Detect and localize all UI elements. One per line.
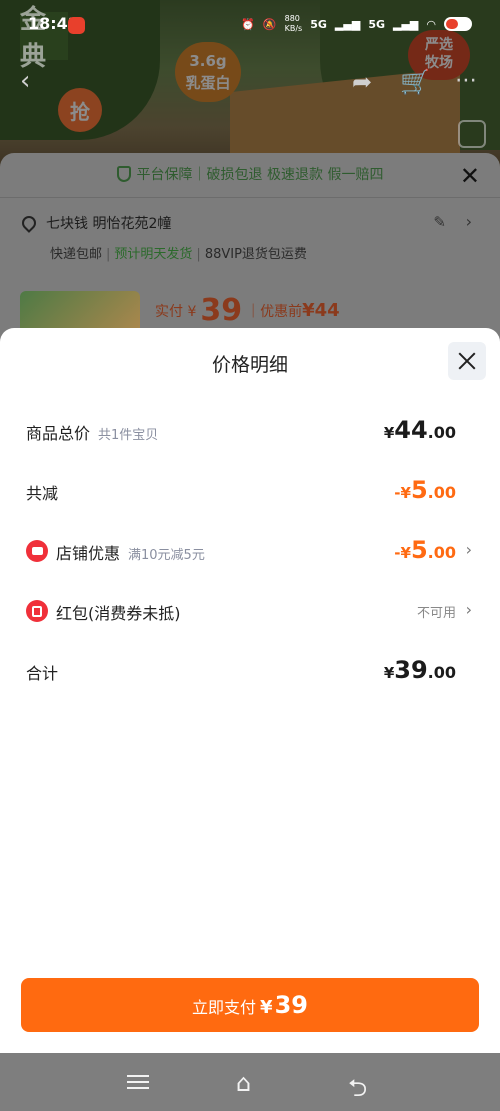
signal-5g-1: 5G: [310, 17, 327, 31]
system-nav-bar: ⌂ ⮌: [0, 1053, 500, 1111]
alarm-icon: ⏰: [241, 17, 255, 31]
signal-bars-1-icon: ▂▄▆: [334, 17, 361, 31]
pay-now-button[interactable]: 立即支付 ¥39: [21, 978, 479, 1032]
cart-icon[interactable]: 🛒: [400, 68, 430, 96]
paid-amount: 39: [200, 293, 243, 328]
sum-label: 合计: [26, 664, 59, 683]
shop-discount-label: 店铺优惠 满10元减5元: [56, 544, 205, 563]
red-packet-label: 红包(消费券未抵): [56, 604, 181, 623]
total-price-value: ¥44.00: [383, 416, 456, 444]
shipping-free: 快递包邮: [50, 247, 103, 262]
battery-icon: [444, 17, 472, 31]
share-icon[interactable]: ➦: [352, 68, 386, 98]
total-discount-value: -¥5.00: [394, 476, 456, 504]
chevron-right-icon: ›: [465, 212, 472, 231]
shop-discount-value: -¥5.00: [394, 536, 456, 564]
shop-discount-rule: 满10元减5元: [128, 548, 205, 563]
guarantee-text: 平台保障｜破损包退 极速退款 假一赔四: [136, 167, 384, 183]
pre-discount-label: 优惠前: [260, 304, 303, 320]
paid-summary: 实付 ¥39 ｜优惠前¥44: [155, 293, 340, 328]
shield-icon: [116, 166, 131, 182]
net-speed: 880 KB/s: [284, 14, 303, 33]
recent-apps-icon[interactable]: [127, 1071, 149, 1093]
pay-now-yen: ¥: [260, 997, 273, 1018]
system-back-icon[interactable]: ⮌: [348, 1071, 367, 1111]
red-packet-status: 不可用: [416, 606, 456, 621]
back-icon[interactable]: ‹: [20, 66, 30, 96]
app-notification-icon: [68, 17, 85, 34]
address-row[interactable]: 七块钱 明怡花苑2幢 ✎ ›: [19, 212, 478, 233]
total-discount-label: 共减: [26, 484, 59, 503]
mute-icon: 🔕: [262, 17, 277, 31]
price-detail-modal: 价格明细 商品总价 共1件宝贝 ¥44.00 共减 -¥5.00 店铺优惠 满10元…: [0, 328, 500, 1053]
sum-value: ¥39.00: [383, 656, 456, 684]
red-packet-icon: [26, 600, 48, 622]
side-float-icon[interactable]: [458, 120, 486, 148]
status-icons: ⏰ 🔕 880 KB/s 5G ▂▄▆ 5G ▂▄▆ ◠: [241, 14, 472, 34]
total-price-label: 商品总价 共1件宝贝: [26, 424, 159, 443]
more-icon[interactable]: ⋯: [455, 68, 477, 93]
product-nav-bar: ‹ ➦ 🛒 ⋯: [0, 60, 500, 106]
chevron-right-icon: ›: [465, 600, 472, 619]
total-price-row: 商品总价 共1件宝贝 ¥44.00: [26, 416, 476, 446]
shipping-info: 快递包邮 | 预计明天发货 | 88VIP退货包运费: [50, 247, 307, 262]
platform-guarantee: 平台保障｜破损包退 极速退款 假一赔四: [0, 153, 500, 197]
modal-title: 价格明细: [211, 354, 288, 376]
chevron-right-icon: ›: [465, 540, 472, 559]
close-button[interactable]: [448, 342, 486, 380]
order-confirm-sheet: 平台保障｜破损包退 极速退款 假一赔四 ✕ 七块钱 明怡花苑2幢 ✎ › 快递包…: [0, 153, 500, 353]
wifi-icon: ◠: [426, 17, 436, 31]
status-bar: 18:43 ⏰ 🔕 880 KB/s 5G ▂▄▆ 5G ▂▄▆ ◠: [0, 0, 500, 50]
shipping-eta: 预计明天发货: [114, 247, 193, 262]
close-icon: [458, 352, 476, 370]
home-icon[interactable]: ⌂: [236, 1069, 251, 1097]
shipping-return: 88VIP退货包运费: [204, 247, 307, 262]
shop-coupon-icon: [26, 540, 48, 562]
location-pin-icon: [19, 213, 39, 233]
shop-discount-row[interactable]: 店铺优惠 满10元减5元 -¥5.00 ›: [26, 536, 476, 566]
divider: [0, 197, 500, 198]
item-count: 共1件宝贝: [98, 428, 159, 443]
paid-prefix: 实付 ¥: [155, 304, 197, 320]
sheet-close-icon[interactable]: ✕: [460, 162, 480, 190]
signal-bars-2-icon: ▂▄▆: [393, 17, 419, 31]
pay-now-label: 立即支付: [192, 998, 257, 1017]
total-discount-row: 共减 -¥5.00: [26, 476, 476, 506]
pre-discount-amount: ¥44: [302, 300, 340, 321]
pre-discount: ｜优惠前¥44: [246, 300, 340, 321]
pay-now-amount: 39: [274, 991, 308, 1019]
red-packet-row[interactable]: 红包(消费券未抵) 不可用 ›: [26, 596, 476, 626]
signal-5g-2: 5G: [368, 17, 385, 31]
address-text: 七块钱 明怡花苑2幢: [46, 216, 172, 232]
sum-row: 合计 ¥39.00: [26, 656, 476, 686]
edit-icon[interactable]: ✎: [433, 213, 446, 231]
